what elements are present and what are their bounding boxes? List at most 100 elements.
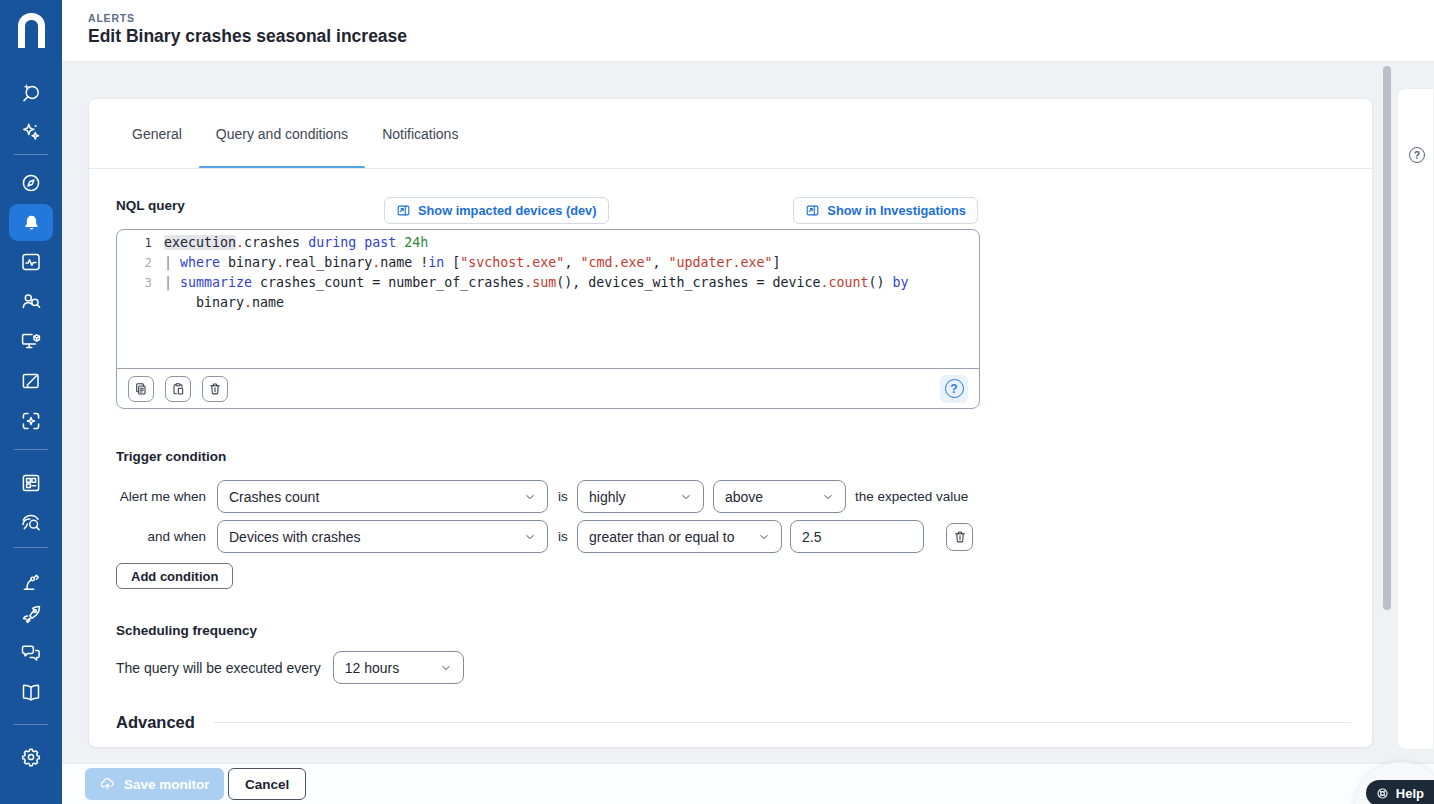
sidebar-item-device-cube[interactable]	[19, 329, 43, 353]
scheduling-row: The query will be executed every 12 hour…	[116, 651, 464, 684]
page-header: ALERTS Edit Binary crashes seasonal incr…	[62, 0, 1434, 62]
cloud-upload-icon	[99, 776, 116, 793]
tab-bar: GeneralQuery and conditionsNotifications	[115, 99, 475, 169]
metric-select-2[interactable]: Devices with crashes	[217, 520, 548, 553]
copy-icon	[133, 381, 149, 397]
panel-help-icon[interactable]: ?	[1409, 147, 1425, 163]
ai-search-icon	[19, 81, 43, 105]
open-in-icon	[396, 203, 411, 218]
trigger-row-1: Alert me when Crashes count is highly ab…	[116, 480, 1345, 513]
and-when-label: and when	[116, 529, 206, 544]
line-number: 2	[129, 253, 152, 273]
copy-button[interactable]	[128, 376, 154, 402]
expected-value-label: the expected value	[855, 489, 968, 504]
tab-border	[89, 168, 1372, 169]
breadcrumb-alerts: ALERTS	[88, 12, 135, 24]
device-cube-icon	[19, 329, 43, 353]
sidebar-item-book[interactable]	[19, 681, 43, 705]
trash-icon	[207, 381, 223, 397]
nql-help-button[interactable]: ?	[940, 375, 968, 403]
chevron-down-icon	[680, 491, 692, 503]
sparkle-frame-icon	[19, 409, 43, 433]
scheduling-frequency-heading: Scheduling frequency	[116, 623, 257, 638]
main-area: GeneralQuery and conditionsNotifications…	[62, 62, 1434, 804]
sidebar-item-sparkle-frame[interactable]	[19, 409, 43, 433]
nql-editor: 1execution.crashes during past 24h2| whe…	[116, 229, 980, 409]
dashboard-icon	[19, 250, 43, 274]
advanced-heading: Advanced	[116, 713, 195, 732]
advanced-section: Advanced	[116, 713, 1351, 732]
delete-query-button[interactable]	[202, 376, 228, 402]
open-in-icon	[805, 203, 820, 218]
bell-icon	[21, 212, 42, 233]
nql-query-label: NQL query	[116, 198, 185, 213]
nql-code[interactable]: 1execution.crashes during past 24h2| whe…	[117, 230, 979, 370]
show-in-investigations-button[interactable]: Show in Investigations	[793, 197, 978, 224]
code-line: binary.name	[129, 293, 967, 313]
chevron-down-icon	[440, 662, 452, 674]
advanced-divider	[213, 722, 1351, 723]
comparison-select-2[interactable]: greater than or equal to	[577, 520, 782, 553]
scheduling-prefix-label: The query will be executed every	[116, 660, 321, 676]
code-line: 2| where binary.real_binary.name !in ["s…	[129, 253, 967, 273]
sidebar-item-chat[interactable]	[19, 641, 43, 665]
threshold-input[interactable]	[790, 520, 924, 553]
qualifier-select[interactable]: highly	[577, 480, 704, 513]
code-line: 3| summarize crashes_count = number_of_c…	[129, 273, 967, 293]
trigger-condition-heading: Trigger condition	[116, 449, 226, 464]
frequency-select[interactable]: 12 hours	[333, 651, 464, 684]
footer-bar: Save monitor Cancel	[62, 763, 1434, 804]
chat-icon	[19, 641, 43, 665]
book-icon	[19, 681, 43, 705]
is-label-2: is	[558, 529, 570, 544]
cancel-button[interactable]: Cancel	[228, 768, 306, 800]
show-impacted-devices-button[interactable]: Show impacted devices (dev)	[384, 197, 609, 224]
chevron-down-icon	[524, 531, 536, 543]
sidebar-item-sparkles[interactable]	[19, 120, 43, 144]
gear-icon	[19, 745, 43, 769]
save-monitor-button[interactable]: Save monitor	[85, 768, 224, 800]
lifebuoy-icon	[1375, 786, 1390, 801]
sidebar-divider	[14, 724, 48, 725]
add-condition-button[interactable]: Add condition	[116, 563, 233, 589]
robot-arm-icon	[19, 570, 43, 594]
sidebar	[0, 0, 62, 804]
sparkles-icon	[19, 120, 43, 144]
metric-select[interactable]: Crashes count	[217, 480, 548, 513]
edit-box-icon	[19, 369, 43, 393]
sidebar-item-dashboard[interactable]	[19, 250, 43, 274]
sidebar-item-gear[interactable]	[19, 745, 43, 769]
page-title: Edit Binary crashes seasonal increase	[88, 26, 407, 47]
sidebar-item-people-search[interactable]	[19, 289, 43, 313]
question-icon: ?	[945, 379, 964, 398]
sidebar-divider	[14, 154, 48, 155]
scrollbar-thumb[interactable]	[1383, 66, 1391, 610]
line-number: 1	[129, 233, 152, 253]
remove-condition-button[interactable]	[946, 523, 973, 551]
sidebar-item-ai-search[interactable]	[19, 81, 43, 105]
people-search-icon	[19, 289, 43, 313]
is-label: is	[558, 489, 570, 504]
sidebar-item-robot-arm[interactable]	[19, 570, 43, 594]
tab-notifications[interactable]: Notifications	[365, 99, 475, 169]
logo-n-shape	[18, 13, 45, 48]
rocket-icon	[19, 603, 43, 627]
paste-button[interactable]	[165, 376, 191, 402]
sidebar-item-apps-grid[interactable]	[19, 471, 43, 495]
sidebar-item-rocket[interactable]	[19, 603, 43, 627]
comparison-select[interactable]: above	[713, 480, 846, 513]
help-button[interactable]: Help	[1366, 780, 1434, 804]
compass-icon	[19, 171, 43, 195]
tab-query-and-conditions[interactable]: Query and conditions	[199, 99, 365, 169]
sidebar-divider	[14, 449, 48, 450]
sidebar-item-fingerprint-search[interactable]	[19, 511, 43, 535]
sidebar-item-compass[interactable]	[19, 171, 43, 195]
sidebar-item-edit-box[interactable]	[19, 369, 43, 393]
trigger-row-2: and when Devices with crashes is greater…	[116, 520, 1345, 553]
line-number	[129, 293, 152, 313]
paste-icon	[170, 381, 186, 397]
nexthink-logo[interactable]	[18, 13, 45, 48]
sidebar-item-bell-active[interactable]	[9, 204, 53, 241]
edit-alert-card: GeneralQuery and conditionsNotifications…	[88, 98, 1373, 748]
tab-general[interactable]: General	[115, 99, 199, 169]
